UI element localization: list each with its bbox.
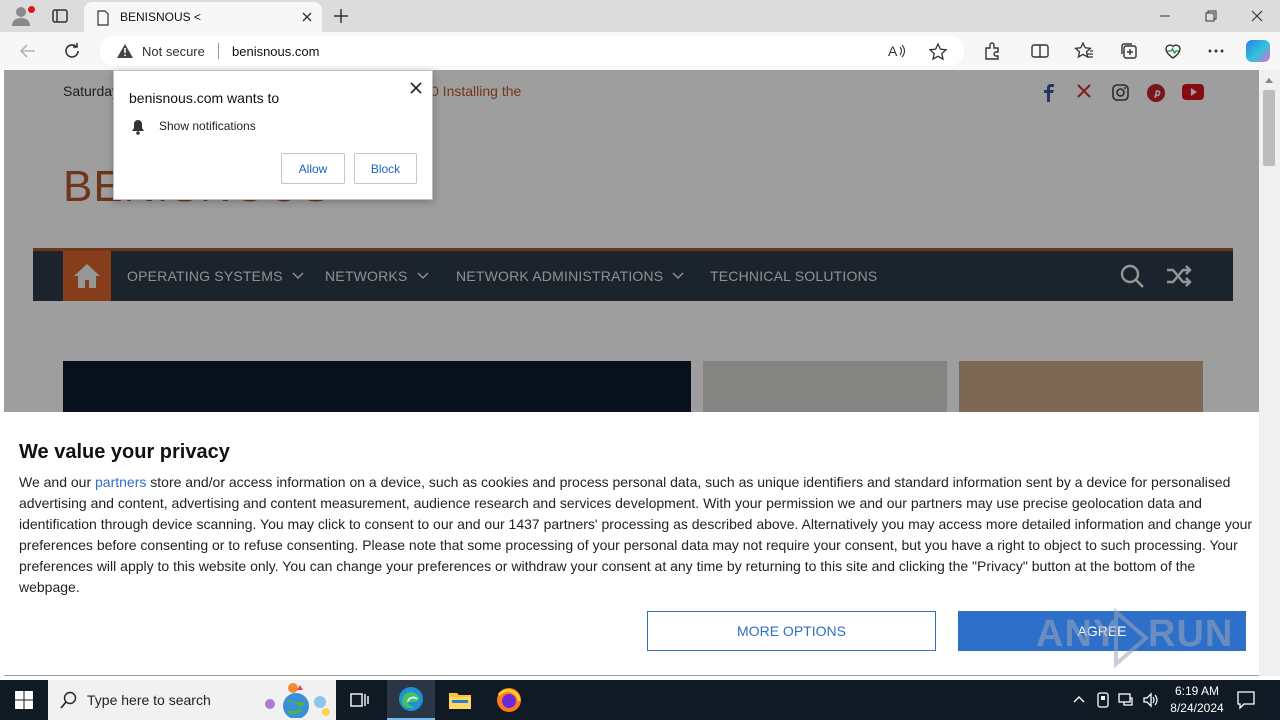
address-bar[interactable]: Not secure benisnous.com A [100, 36, 964, 66]
favorite-star-icon[interactable] [928, 42, 948, 62]
read-aloud-icon[interactable]: A [888, 43, 906, 59]
watermark-text-right: RUN [1148, 613, 1234, 655]
favorites-icon[interactable] [1074, 41, 1094, 61]
bell-icon [131, 119, 145, 135]
restore-icon[interactable] [1188, 0, 1234, 32]
scroll-up-icon[interactable] [1264, 76, 1274, 84]
scrollbar-thumb[interactable] [1263, 90, 1275, 166]
browser-essentials-icon[interactable] [1163, 41, 1183, 61]
play-logo-icon [1114, 608, 1150, 668]
tab-title: BENISNOUS < [120, 10, 202, 24]
system-clock[interactable]: 6:19 AM 8/24/2024 [1163, 683, 1231, 717]
firefox-icon[interactable] [485, 680, 533, 720]
clock-time: 6:19 AM [1174, 684, 1220, 698]
taskbar-search-box[interactable]: Type here to search [48, 680, 336, 720]
watermark-text-left: ANY [1036, 613, 1120, 655]
address-toolbar: Not secure benisnous.com A [0, 32, 1280, 70]
search-highlight-globe-icon [265, 683, 330, 718]
privacy-text-rest: store and/or access information on a dev… [19, 474, 1253, 595]
anyrun-watermark: ANY RUN [1036, 608, 1236, 668]
file-explorer-icon[interactable] [436, 680, 484, 720]
page-scrollbar[interactable] [1259, 70, 1280, 676]
warning-icon[interactable] [116, 43, 134, 59]
page-icon [96, 10, 110, 26]
close-icon[interactable] [409, 81, 423, 95]
action-center-icon[interactable] [1236, 690, 1256, 710]
security-label[interactable]: Not secure [142, 44, 205, 59]
search-placeholder: Type here to search [87, 692, 211, 708]
browser-tab-active[interactable]: BENISNOUS < [84, 2, 322, 32]
allow-button[interactable]: Allow [281, 153, 345, 184]
more-menu-icon[interactable] [1206, 41, 1226, 61]
notification-permission-prompt: benisnous.com wants to Show notification… [113, 70, 433, 200]
tab-close-icon[interactable] [300, 10, 314, 24]
start-button[interactable] [0, 680, 48, 720]
privacy-heading: We value your privacy [19, 441, 230, 463]
partners-link[interactable]: partners [95, 474, 146, 490]
new-tab-icon[interactable] [331, 6, 351, 26]
edge-browser-icon[interactable] [387, 680, 435, 720]
browser-tab-bar: BENISNOUS < [0, 0, 1280, 32]
copilot-icon[interactable] [1246, 40, 1270, 62]
clock-date: 8/24/2024 [1170, 701, 1224, 715]
privacy-text-start: We and our [19, 474, 96, 490]
volume-icon[interactable] [1142, 692, 1160, 708]
privacy-body: We and our partners store and/or access … [19, 472, 1259, 598]
address-separator [218, 43, 219, 59]
back-icon[interactable] [18, 41, 38, 61]
permission-label: Show notifications [159, 119, 256, 133]
tray-overflow-chevron-icon[interactable] [1072, 692, 1086, 706]
device-tray-icon[interactable] [1096, 692, 1110, 708]
split-screen-icon[interactable] [1030, 41, 1050, 61]
close-window-icon[interactable] [1234, 0, 1280, 32]
profile-alert-dot [28, 6, 35, 13]
svg-text:A: A [888, 43, 898, 59]
windows-logo-icon [15, 691, 33, 709]
task-view-icon[interactable] [336, 680, 384, 720]
extensions-icon[interactable] [982, 41, 1002, 61]
url-text[interactable]: benisnous.com [232, 44, 319, 59]
profile-avatar-icon[interactable] [10, 5, 35, 27]
windows-taskbar: Type here to search 6:19 AM 8/24/2024 [0, 680, 1280, 720]
minimize-icon[interactable] [1142, 0, 1188, 32]
block-button[interactable]: Block [354, 153, 417, 184]
refresh-icon[interactable] [62, 41, 82, 61]
network-icon[interactable] [1118, 692, 1136, 708]
more-options-button[interactable]: MORE OPTIONS [647, 611, 936, 651]
prompt-title: benisnous.com wants to [129, 90, 280, 106]
collections-icon[interactable] [1119, 41, 1139, 61]
search-icon [60, 691, 77, 709]
tab-actions-icon[interactable] [50, 6, 70, 26]
